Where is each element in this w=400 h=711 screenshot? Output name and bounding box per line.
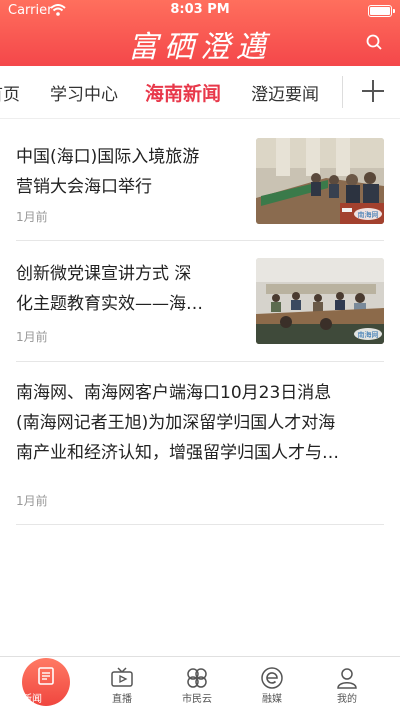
news-list-item[interactable]: 创新微党课宣讲方式 深 化主题教育实效——海… 1月前 南海网 [16, 241, 384, 362]
clover-icon [187, 668, 207, 688]
status-time: 8:03 PM [170, 2, 230, 17]
e-icon [261, 667, 283, 689]
article-thumbnail: 南海网 [256, 138, 384, 224]
tab-media[interactable]: 融媒 [242, 656, 302, 710]
article-title: 南海网、南海网客户端海口10月23日消息 (南海网记者王旭)为加深留学归国人才对… [16, 383, 339, 463]
app-logo-title: 富硒澄邁 [128, 30, 272, 65]
tab-news[interactable]: 新闻 [22, 658, 70, 706]
person-icon [337, 668, 357, 689]
article-thumbnail: 南海网 [256, 258, 384, 344]
news-icon [38, 667, 54, 685]
add-channel-icon[interactable] [360, 78, 386, 104]
status-bar: Carrier 8:03 PM [0, 0, 400, 22]
article-time: 1月前 [16, 210, 48, 224]
tab-citizen-cloud[interactable]: 市民云 [167, 656, 227, 710]
news-list-item[interactable]: 中国(海口)国际入境旅游 营销大会海口举行 1月前 南海网 [16, 120, 384, 241]
tv-icon [111, 667, 133, 687]
news-list-item[interactable]: 南海网、南海网客户端海口10月23日消息 (南海网记者王旭)为加深留学归国人才对… [16, 362, 384, 525]
app-header: Carrier 8:03 PM 富硒澄邁 [0, 0, 400, 66]
article-title: 中国(海口)国际入境旅游 营销大会海口举行 [16, 147, 200, 197]
tab-hainan-news[interactable]: 海南新闻 [145, 79, 221, 106]
tab-home[interactable]: 首页 [0, 80, 20, 105]
tab-label: 市民云 [182, 694, 212, 705]
tab-label: 新闻 [22, 694, 42, 705]
category-tabs: 首页 学习中心 海南新闻 澄迈要闻 [0, 66, 400, 119]
svg-text:南海网: 南海网 [358, 210, 379, 219]
battery-icon [368, 5, 395, 17]
tab-divider [342, 76, 343, 108]
svg-text:南海网: 南海网 [358, 330, 379, 339]
tab-live[interactable]: 直播 [92, 656, 152, 710]
tab-mine[interactable]: 我的 [317, 656, 377, 710]
article-time: 1月前 [16, 494, 48, 508]
article-title: 创新微党课宣讲方式 深 化主题教育实效——海… [16, 264, 203, 314]
tab-chengmai-news[interactable]: 澄迈要闻 [251, 80, 319, 105]
tab-study-center[interactable]: 学习中心 [50, 80, 118, 105]
tab-label: 我的 [337, 694, 357, 705]
article-time: 1月前 [16, 330, 48, 344]
search-icon[interactable] [366, 34, 382, 50]
tab-label: 融媒 [262, 694, 282, 705]
tab-label: 直播 [112, 694, 132, 705]
